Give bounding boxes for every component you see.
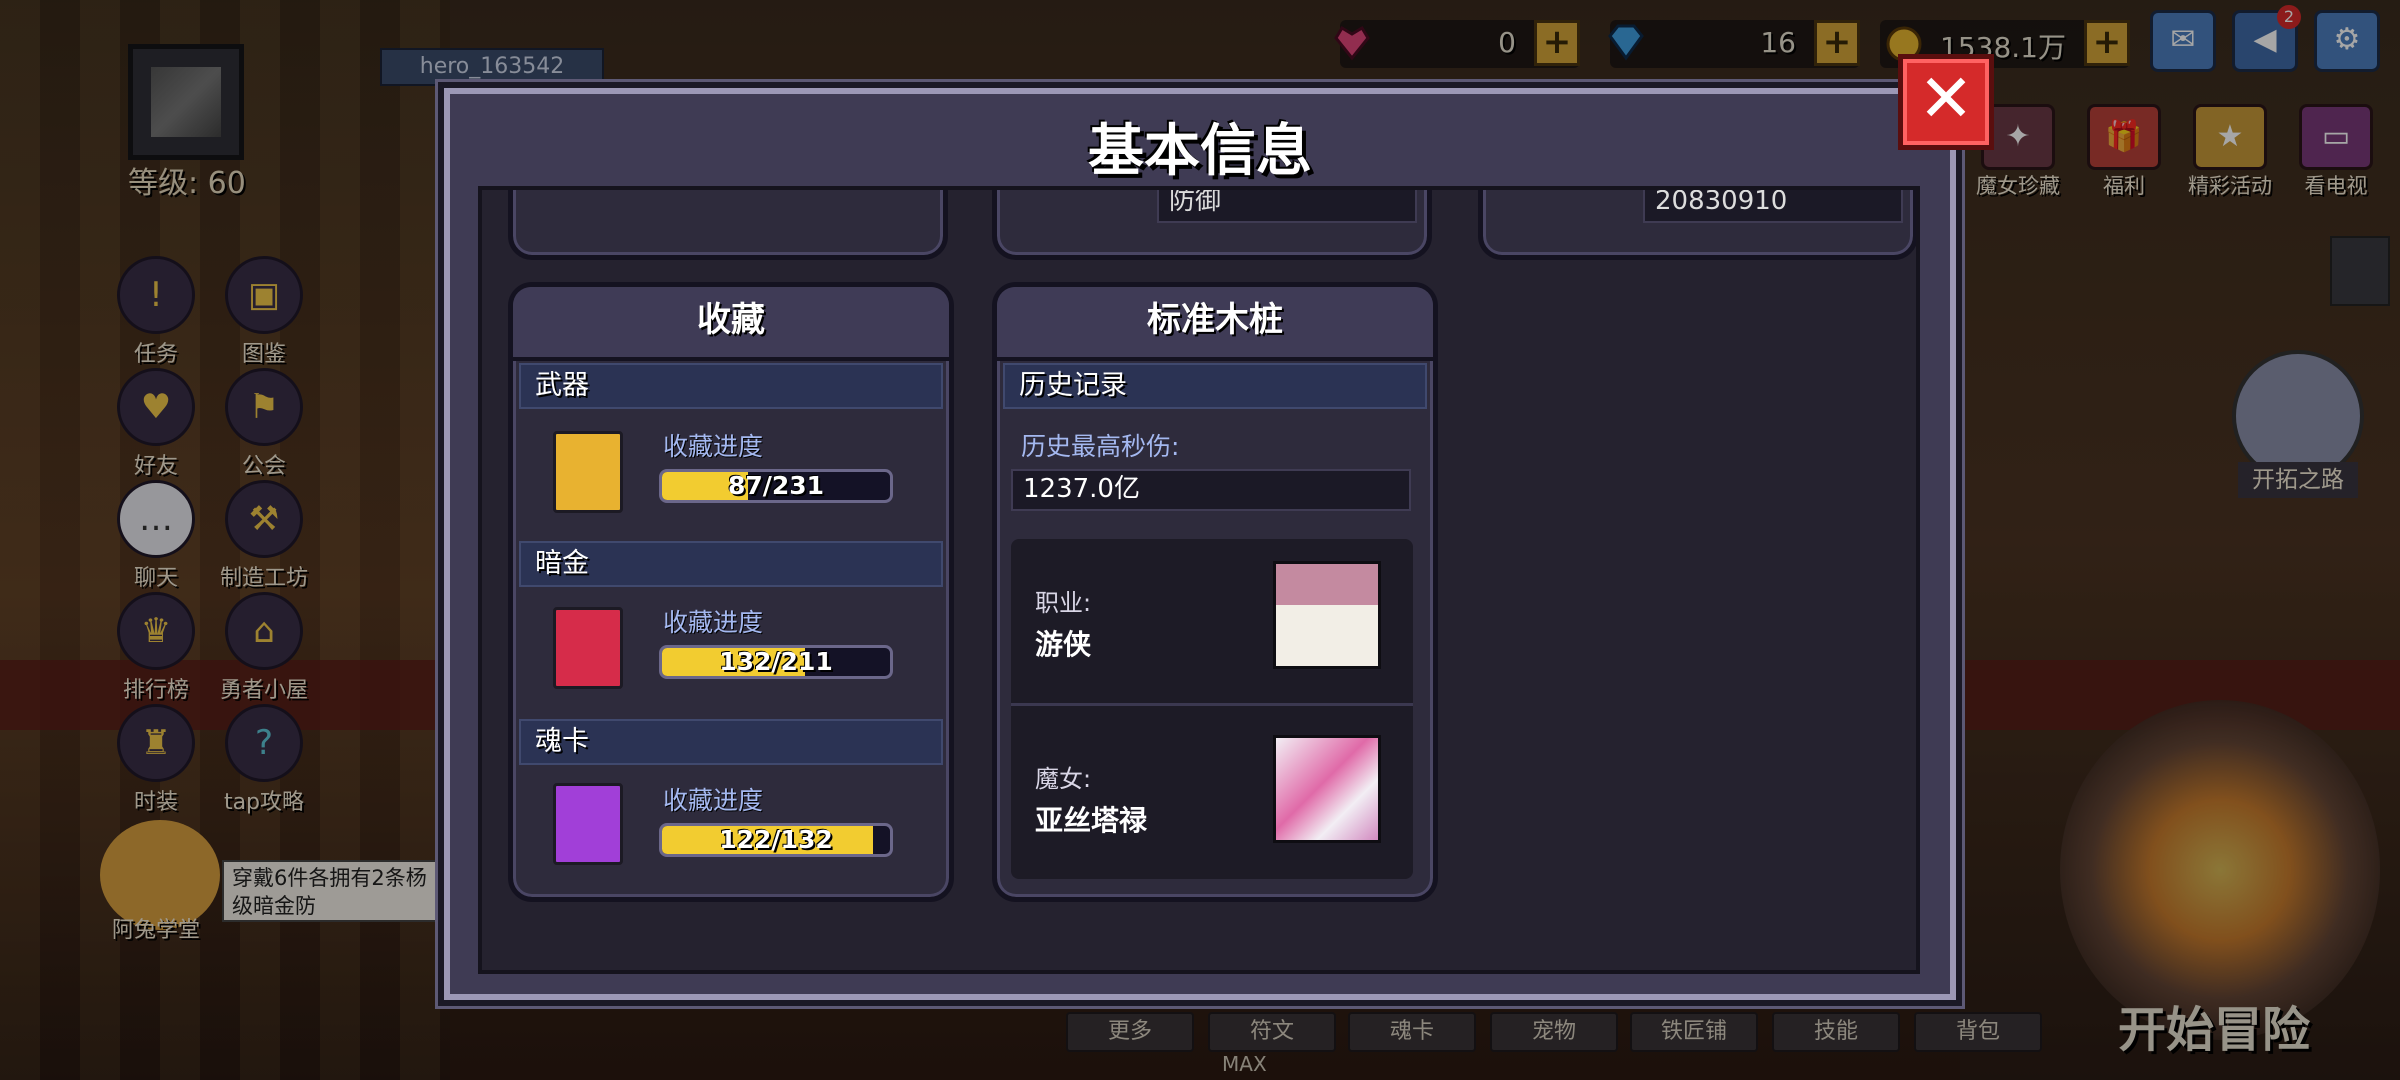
weapon-progress-text: 87/231 bbox=[727, 471, 825, 500]
top-stat-defense: 防御 bbox=[1157, 190, 1417, 223]
collection-panel: 收藏 武器 收藏进度 87/231 暗金 收藏进度 132/211 魂卡 收藏进… bbox=[508, 282, 954, 902]
class-label: 职业: bbox=[1035, 589, 1092, 617]
soulcard-progress-label: 收藏进度 bbox=[663, 786, 764, 815]
max-dps-value: 1237.0亿 bbox=[1011, 469, 1411, 511]
close-button[interactable]: ✕ bbox=[1898, 54, 1994, 150]
soulcard-progress-text: 122/132 bbox=[719, 825, 833, 854]
top-panel-left bbox=[508, 190, 948, 260]
card-divider bbox=[1011, 703, 1413, 706]
darkgold-progress-text: 132/211 bbox=[719, 647, 833, 676]
collection-weapon-header: 武器 bbox=[519, 363, 943, 409]
character-info-card: 职业: 游侠 魔女: 亚丝塔禄 bbox=[1011, 539, 1413, 879]
basic-info-modal: 基本信息 防御 20830910 收藏 武器 收藏进度 87/231 暗金 收藏… bbox=[444, 88, 1956, 1000]
history-record-header: 历史记录 bbox=[1003, 363, 1427, 409]
training-dummy-panel: 标准木桩 历史记录 历史最高秒伤: 1237.0亿 职业: 游侠 魔女: 亚丝塔… bbox=[992, 282, 1438, 902]
ranger-portrait bbox=[1273, 561, 1381, 669]
class-value: 游侠 bbox=[1035, 628, 1092, 661]
collection-soulcard-header: 魂卡 bbox=[519, 719, 943, 765]
soulcard-book-icon bbox=[553, 783, 623, 865]
witch-value: 亚丝塔禄 bbox=[1035, 804, 1148, 837]
witch-label: 魔女: bbox=[1035, 765, 1092, 793]
top-panel-right: 20830910 bbox=[1478, 190, 1916, 260]
witch-portrait bbox=[1273, 735, 1381, 843]
collection-darkgold-header: 暗金 bbox=[519, 541, 943, 587]
modal-content-scroll[interactable]: 防御 20830910 收藏 武器 收藏进度 87/231 暗金 收藏进度 13… bbox=[478, 186, 1920, 974]
weapon-book-icon bbox=[553, 431, 623, 513]
modal-title: 基本信息 bbox=[1088, 119, 1312, 184]
top-panel-middle: 防御 bbox=[992, 190, 1432, 260]
training-dummy-title: 标准木桩 bbox=[997, 287, 1433, 361]
darkgold-progress-label: 收藏进度 bbox=[663, 608, 764, 637]
max-dps-label: 历史最高秒伤: bbox=[1021, 432, 1180, 461]
darkgold-book-icon bbox=[553, 607, 623, 689]
collection-title: 收藏 bbox=[513, 287, 949, 361]
soulcard-progress-bar: 122/132 bbox=[659, 823, 893, 857]
weapon-progress-label: 收藏进度 bbox=[663, 432, 764, 461]
darkgold-progress-bar: 132/211 bbox=[659, 645, 893, 679]
weapon-progress-bar: 87/231 bbox=[659, 469, 893, 503]
top-stat-value: 20830910 bbox=[1643, 190, 1903, 223]
